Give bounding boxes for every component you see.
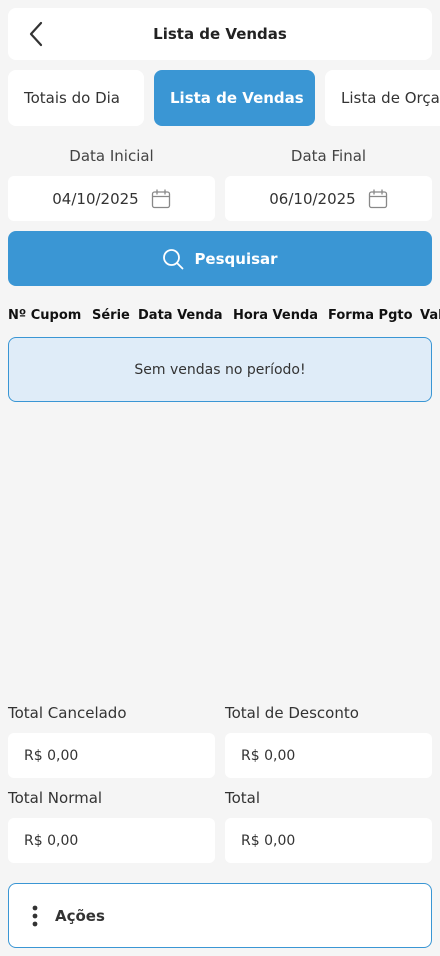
total-label: Total xyxy=(225,789,261,807)
total-normal-value: R$ 0,00 xyxy=(24,832,79,849)
total-desconto-field: R$ 0,00 xyxy=(225,733,432,778)
total-value: R$ 0,00 xyxy=(241,832,296,849)
total-desconto-label: Total de Desconto xyxy=(225,704,359,722)
column-header-cupom[interactable]: Nº Cupom xyxy=(8,308,81,323)
chevron-left-icon xyxy=(29,21,43,47)
start-date-value: 04/10/2025 xyxy=(52,189,139,208)
tab-bar: Totais do Dia Lista de Vendas Lista de O… xyxy=(8,70,440,126)
column-header-hora-venda[interactable]: Hora Venda xyxy=(233,308,318,323)
calendar-icon xyxy=(368,188,387,208)
total-cancelado-value: R$ 0,00 xyxy=(24,747,79,764)
search-icon xyxy=(163,248,184,269)
empty-message: Sem vendas no período! xyxy=(134,361,306,378)
page-title: Lista de Vendas xyxy=(153,25,287,43)
tab-lista-de-orcamentos[interactable]: Lista de Orçamentos xyxy=(325,70,440,126)
calendar-icon xyxy=(151,188,170,208)
more-vertical-icon xyxy=(32,905,38,926)
total-field: R$ 0,00 xyxy=(225,818,432,863)
start-date-field[interactable]: 04/10/2025 xyxy=(8,176,215,221)
search-button-label: Pesquisar xyxy=(194,249,278,268)
actions-button[interactable]: Ações xyxy=(8,883,432,948)
actions-label: Ações xyxy=(55,906,105,925)
back-button[interactable] xyxy=(22,20,50,48)
column-header-forma-pgto[interactable]: Forma Pgto xyxy=(328,308,413,323)
column-header-serie[interactable]: Série xyxy=(92,308,130,323)
column-header-data-venda[interactable]: Data Venda xyxy=(138,308,223,323)
tab-lista-de-vendas[interactable]: Lista de Vendas xyxy=(154,70,315,126)
end-date-field[interactable]: 06/10/2025 xyxy=(225,176,432,221)
end-date-value: 06/10/2025 xyxy=(269,189,356,208)
total-cancelado-label: Total Cancelado xyxy=(8,704,127,722)
end-date-label: Data Final xyxy=(290,147,367,165)
search-button[interactable]: Pesquisar xyxy=(8,231,432,286)
column-header-valor[interactable]: Valor xyxy=(420,308,440,323)
sales-table-header: Nº Cupom Série Data Venda Hora Venda For… xyxy=(8,307,440,327)
total-normal-field: R$ 0,00 xyxy=(8,818,215,863)
total-desconto-value: R$ 0,00 xyxy=(241,747,296,764)
empty-state: Sem vendas no período! xyxy=(8,337,432,402)
start-date-label: Data Inicial xyxy=(69,147,154,165)
app-header: Lista de Vendas xyxy=(8,8,432,60)
total-cancelado-field: R$ 0,00 xyxy=(8,733,215,778)
total-normal-label: Total Normal xyxy=(8,789,103,807)
tab-totais-do-dia[interactable]: Totais do Dia xyxy=(8,70,144,126)
